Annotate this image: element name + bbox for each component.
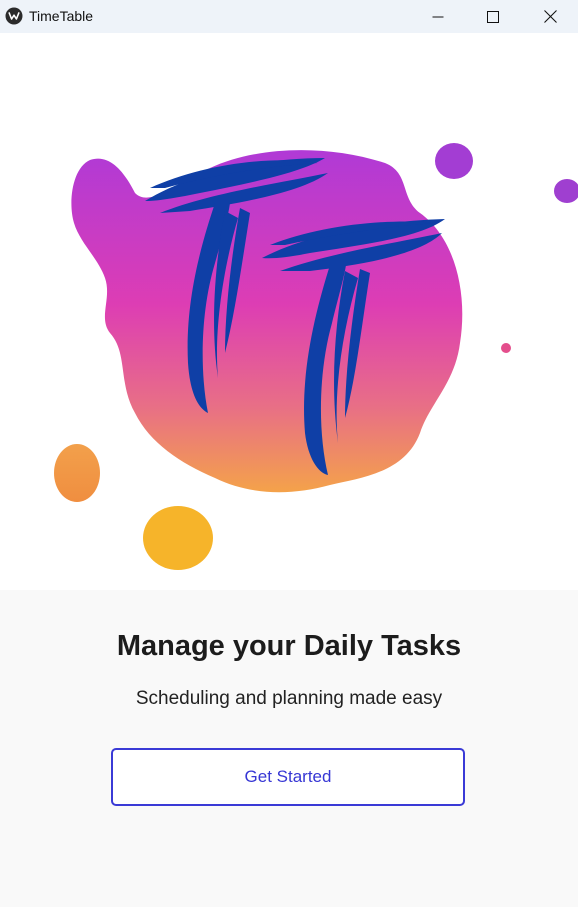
tt-logo-splash — [54, 143, 578, 570]
title-bar[interactable]: TimeTable — [0, 0, 578, 33]
window-title: TimeTable — [29, 8, 94, 24]
purple-dot-edge — [554, 179, 578, 203]
close-icon — [543, 10, 557, 23]
close-button[interactable] — [522, 0, 578, 33]
maximize-button[interactable] — [465, 0, 521, 33]
kivy-logo-icon — [5, 7, 23, 25]
hero-illustration — [0, 33, 578, 590]
page-subtitle: Scheduling and planning made easy — [135, 688, 443, 709]
get-started-label: Get Started — [244, 767, 332, 786]
pink-dot-small — [501, 343, 511, 353]
purple-dot-large — [435, 143, 473, 179]
main-paint-blob — [71, 150, 463, 493]
orange-blob — [54, 444, 100, 502]
minimize-icon — [432, 11, 444, 23]
maximize-icon — [487, 10, 499, 23]
yellow-blob — [143, 506, 213, 570]
content-section: Manage your Daily Tasks Scheduling and p… — [0, 590, 578, 907]
app-window: TimeTable Manage your Daily Tasks Schedu… — [0, 0, 578, 907]
get-started-button[interactable]: Get Started — [111, 748, 465, 806]
page-title: Manage your Daily Tasks — [116, 630, 462, 662]
minimize-button[interactable] — [410, 0, 466, 33]
